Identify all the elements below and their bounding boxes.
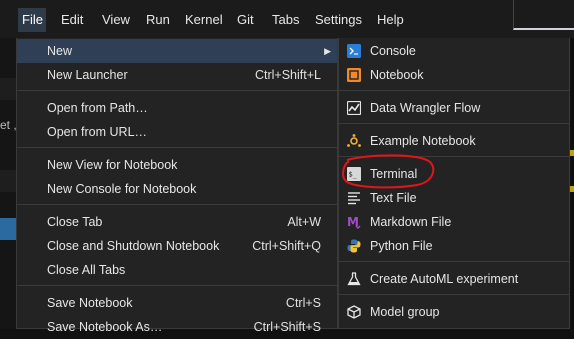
- menu-edit[interactable]: Edit: [57, 8, 87, 32]
- file-menu-save-notebook-as[interactable]: Save Notebook As… Ctrl+Shift+S: [17, 315, 337, 339]
- menu-item-shortcut: Ctrl+Shift+L: [254, 68, 321, 82]
- menu-tabs[interactable]: Tabs: [268, 8, 303, 32]
- menu-item-label: New Launcher: [47, 68, 128, 82]
- menu-item-label: Close All Tabs: [47, 263, 126, 277]
- background-text-fragment: et ,: [0, 118, 17, 132]
- window-edge: [513, 0, 574, 30]
- flask-icon: [347, 272, 361, 286]
- background-panel: [0, 38, 16, 329]
- menu-item-label: Open from Path…: [47, 101, 148, 115]
- sub-item-label: Markdown File: [370, 215, 452, 229]
- file-menu-save-notebook[interactable]: Save Notebook Ctrl+S: [17, 291, 337, 315]
- menu-view[interactable]: View: [98, 8, 134, 32]
- sub-item-label: Example Notebook: [370, 134, 476, 148]
- new-automl-experiment[interactable]: Create AutoML experiment: [339, 267, 569, 291]
- file-menu-open-from-path[interactable]: Open from Path…: [17, 96, 337, 120]
- menu-separator: [17, 90, 337, 91]
- menu-item-label: Close Tab: [47, 215, 103, 229]
- file-menu-new-launcher[interactable]: New Launcher Ctrl+Shift+L: [17, 63, 337, 87]
- menu-item-shortcut: Alt+W: [287, 215, 321, 229]
- python-icon: [347, 239, 361, 253]
- sub-item-label: Notebook: [370, 68, 424, 82]
- new-console[interactable]: Console: [339, 39, 569, 63]
- file-menu-close-all-tabs[interactable]: Close All Tabs: [17, 258, 337, 282]
- menu-file[interactable]: File: [18, 8, 46, 32]
- background-row: [0, 170, 16, 192]
- background-marker: [570, 150, 574, 156]
- file-menu-new-console-for-notebook[interactable]: New Console for Notebook: [17, 177, 337, 201]
- menu-item-label: Save Notebook As…: [47, 320, 163, 334]
- new-model-group[interactable]: Model group: [339, 300, 569, 324]
- menu-separator: [17, 147, 337, 148]
- menubar: File Edit View Run Kernel Git Tabs Setti…: [0, 0, 574, 39]
- menu-item-label: Close and Shutdown Notebook: [47, 239, 220, 253]
- menu-item-label: Open from URL…: [47, 125, 148, 139]
- menu-settings[interactable]: Settings: [311, 8, 366, 32]
- menu-item-label: New Console for Notebook: [47, 182, 197, 196]
- menu-run[interactable]: Run: [142, 8, 174, 32]
- new-submenu: Console Notebook Data Wrangler Flow Exam…: [338, 38, 570, 329]
- file-menu: New ▶ New Launcher Ctrl+Shift+L Open fro…: [16, 38, 338, 334]
- console-icon: [347, 44, 361, 58]
- file-menu-close-tab[interactable]: Close Tab Alt+W: [17, 210, 337, 234]
- new-example-notebook[interactable]: Example Notebook: [339, 129, 569, 153]
- new-data-wrangler-flow[interactable]: Data Wrangler Flow: [339, 96, 569, 120]
- markdown-icon: M: [347, 215, 361, 229]
- menu-separator: [339, 123, 569, 124]
- menu-separator: [339, 261, 569, 262]
- menu-item-label: New: [47, 44, 73, 58]
- file-menu-new[interactable]: New ▶: [17, 39, 337, 63]
- file-menu-open-from-url[interactable]: Open from URL…: [17, 120, 337, 144]
- menu-help[interactable]: Help: [373, 8, 408, 32]
- sub-item-label: Create AutoML experiment: [370, 272, 519, 286]
- cube-icon: [347, 305, 361, 319]
- menu-item-label: Save Notebook: [47, 296, 133, 310]
- menu-kernel[interactable]: Kernel: [181, 8, 227, 32]
- notebook-icon: [347, 68, 361, 82]
- sub-item-label: Data Wrangler Flow: [370, 101, 481, 115]
- background-edge: [570, 38, 574, 329]
- submenu-arrow-icon: ▶: [324, 46, 331, 56]
- example-notebook-icon: [347, 134, 361, 147]
- menu-separator: [17, 285, 337, 286]
- background-marker: [570, 186, 574, 192]
- sub-item-label: Python File: [370, 239, 433, 253]
- sub-item-label: Model group: [370, 305, 440, 319]
- menu-separator: [339, 294, 569, 295]
- new-markdown-file[interactable]: M Markdown File: [339, 210, 569, 234]
- background-selected-row: [0, 218, 16, 240]
- annotation-circle: [342, 154, 435, 189]
- menu-item-shortcut: Ctrl+Shift+S: [253, 320, 321, 334]
- file-menu-new-view-for-notebook[interactable]: New View for Notebook: [17, 153, 337, 177]
- menu-git[interactable]: Git: [233, 8, 258, 32]
- new-notebook[interactable]: Notebook: [339, 63, 569, 87]
- menu-item-shortcut: Ctrl+S: [285, 296, 321, 310]
- menu-separator: [17, 204, 337, 205]
- new-python-file[interactable]: Python File: [339, 234, 569, 258]
- sub-item-label: Console: [370, 44, 416, 58]
- menu-item-shortcut: Ctrl+Shift+Q: [252, 239, 321, 253]
- menu-separator: [339, 90, 569, 91]
- menu-item-label: New View for Notebook: [47, 158, 178, 172]
- file-menu-close-and-shutdown[interactable]: Close and Shutdown Notebook Ctrl+Shift+Q: [17, 234, 337, 258]
- background-row: [0, 78, 16, 100]
- data-wrangler-icon: [347, 101, 361, 115]
